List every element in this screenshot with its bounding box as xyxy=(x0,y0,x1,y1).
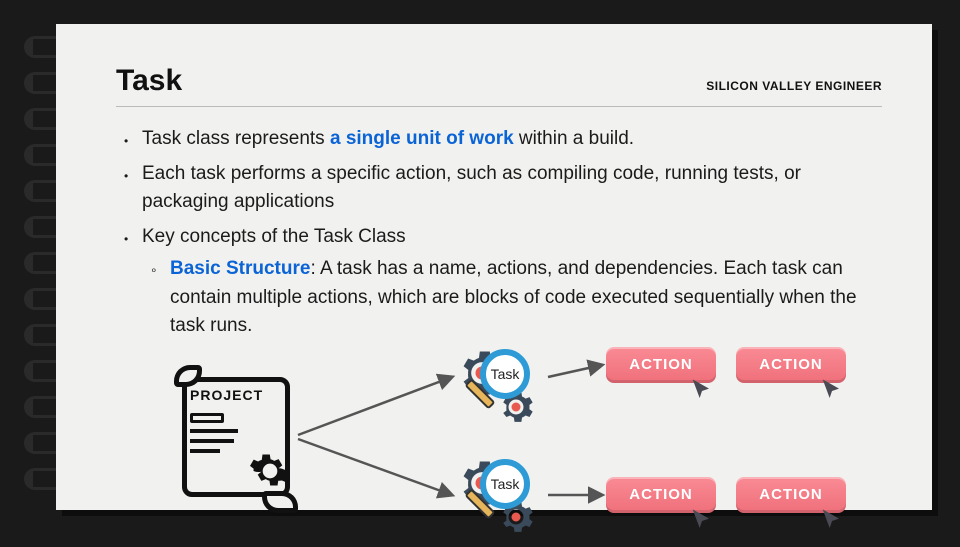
text: Each task performs a specific action, su… xyxy=(142,163,801,213)
text: Key concepts of the Task Class xyxy=(142,226,406,247)
diagram: PROJECT Task Task xyxy=(176,347,882,547)
emphasis-text: Basic Structure xyxy=(170,258,310,279)
slide-page: Task SILICON VALLEY ENGINEER Task class … xyxy=(56,24,932,510)
text: Task class represents xyxy=(142,128,330,149)
bullet-list: Task class represents a single unit of w… xyxy=(116,125,882,341)
project-icon: PROJECT xyxy=(176,367,296,507)
sub-bullet-list: Basic Structure: A task has a name, acti… xyxy=(142,255,882,341)
bullet-item: Task class represents a single unit of w… xyxy=(142,125,882,154)
task-icon: Task xyxy=(456,347,546,427)
project-label: PROJECT xyxy=(190,387,263,403)
slide-header: Task SILICON VALLEY ENGINEER xyxy=(116,64,882,107)
bullet-item: Each task performs a specific action, su… xyxy=(142,160,882,217)
emphasis-text: a single unit of work xyxy=(330,128,514,149)
task-label: Task xyxy=(480,459,530,509)
text: within a build. xyxy=(514,128,634,149)
page-title: Task xyxy=(116,64,182,98)
task-icon: Task xyxy=(456,457,546,537)
sub-bullet-item: Basic Structure: A task has a name, acti… xyxy=(170,255,882,341)
brand-label: SILICON VALLEY ENGINEER xyxy=(706,79,882,93)
bullet-item: Key concepts of the Task Class Basic Str… xyxy=(142,223,882,341)
task-label: Task xyxy=(480,349,530,399)
gear-icon xyxy=(248,449,292,493)
